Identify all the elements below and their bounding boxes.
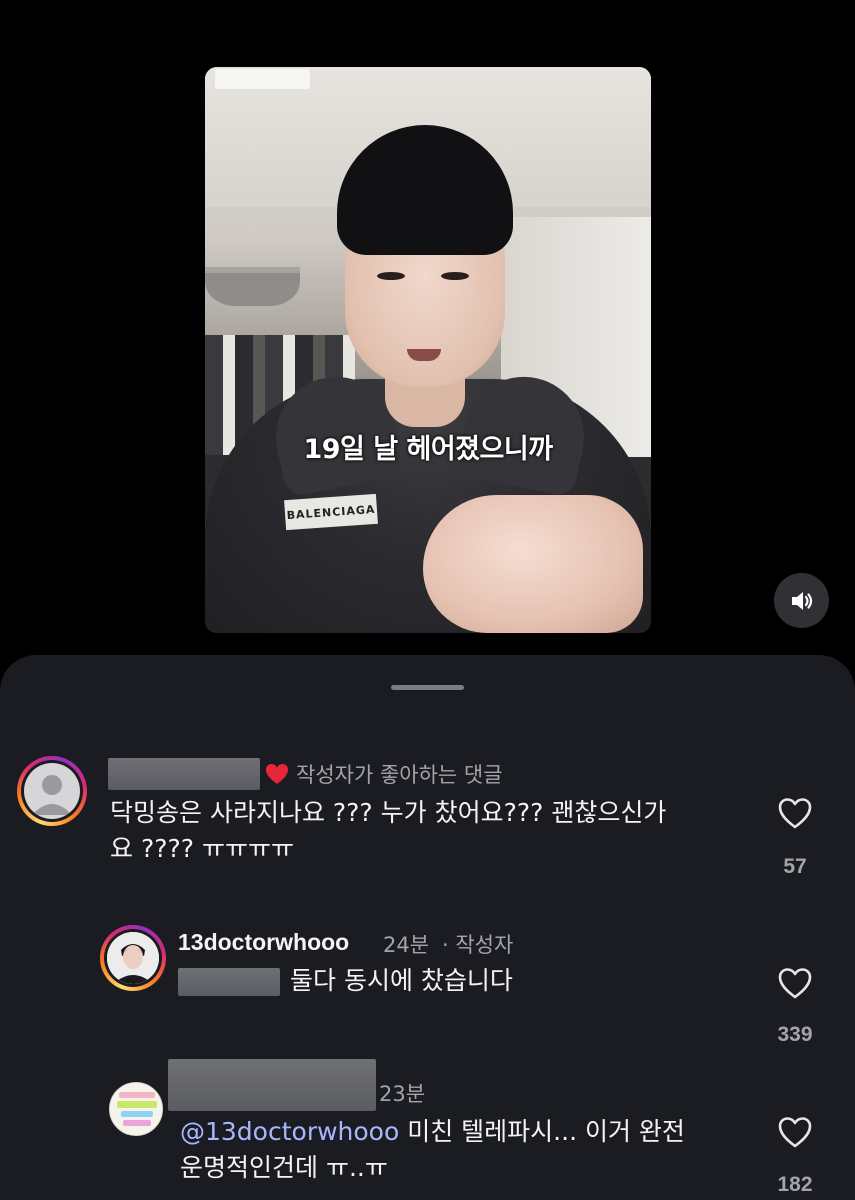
reply-time: 24분: [383, 933, 430, 957]
author-badge: · 작성자: [442, 933, 514, 957]
like-count: 182: [777, 1173, 813, 1196]
like-count: 57: [783, 855, 807, 878]
video-ceiling-light: [215, 69, 310, 89]
default-user-icon: [32, 775, 72, 815]
sticker-avatar-icon: [110, 1083, 162, 1135]
video-person-eye-right: [441, 272, 469, 280]
reply-text-line2: 운명적인건데 ㅠ..ㅠ: [180, 1153, 388, 1182]
video-person-hands: [423, 495, 643, 633]
video-caption: 19일 날 헤어졌으니까: [303, 434, 553, 465]
like-heart-icon[interactable]: [777, 966, 813, 1000]
profile-photo-icon: [107, 932, 159, 984]
avatar[interactable]: [109, 1082, 163, 1136]
avatar: [24, 763, 80, 819]
comments-sheet: 작성자가 좋아하는 댓글 닥밍송은 사라지나요 ??? 누가 찼어요??? 괜찮…: [0, 655, 855, 1200]
avatar-story-ring[interactable]: [17, 756, 87, 826]
hoodie-logo: BALENCIAGA: [284, 493, 378, 531]
sound-toggle-button[interactable]: [774, 573, 829, 628]
author-liked-label: 작성자가 좋아하는 댓글: [296, 763, 503, 787]
reply-text: @13doctorwhooo 미친 텔레파시... 이거 완전 운명적인건데 ㅠ…: [180, 1114, 760, 1186]
like-count: 339: [777, 1023, 813, 1046]
comment-text: 닥밍송은 사라지나요 ??? 누가 찼어요??? 괜찮으신가 요 ???? ㅠㅠ…: [110, 795, 750, 867]
mention-link[interactable]: @13doctorwhooo: [180, 1117, 399, 1146]
video-shelf: [205, 267, 300, 311]
author-liked-heart-icon: [266, 764, 288, 784]
reply-text-line1: @13doctorwhooo 미친 텔레파시... 이거 완전: [180, 1114, 760, 1150]
like-heart-icon[interactable]: [777, 796, 813, 830]
like-heart-icon[interactable]: [777, 1115, 813, 1149]
avatar-story-ring[interactable]: [100, 925, 166, 991]
redacted-username[interactable]: [108, 758, 260, 790]
avatar: [107, 932, 159, 984]
reply-text: 둘다 동시에 찼습니다: [290, 966, 513, 995]
reply-text-body: 미친 텔레파시... 이거 완전: [399, 1117, 685, 1146]
reel-video[interactable]: BALENCIAGA 19일 날 헤어졌으니까: [205, 67, 651, 633]
reply-username[interactable]: 13doctorwhooo: [178, 929, 349, 956]
speaker-icon: [791, 591, 812, 610]
reply-time: 23분: [379, 1082, 426, 1106]
video-person-eye-left: [377, 272, 405, 280]
sheet-drag-handle[interactable]: [391, 685, 464, 690]
comment-text-line: 닥밍송은 사라지나요 ??? 누가 찼어요??? 괜찮으신가: [110, 798, 667, 827]
redacted-mention[interactable]: [178, 968, 280, 996]
redacted-username[interactable]: [168, 1059, 376, 1111]
comment-text-line: 요 ???? ㅠㅠㅠㅠ: [110, 834, 294, 863]
